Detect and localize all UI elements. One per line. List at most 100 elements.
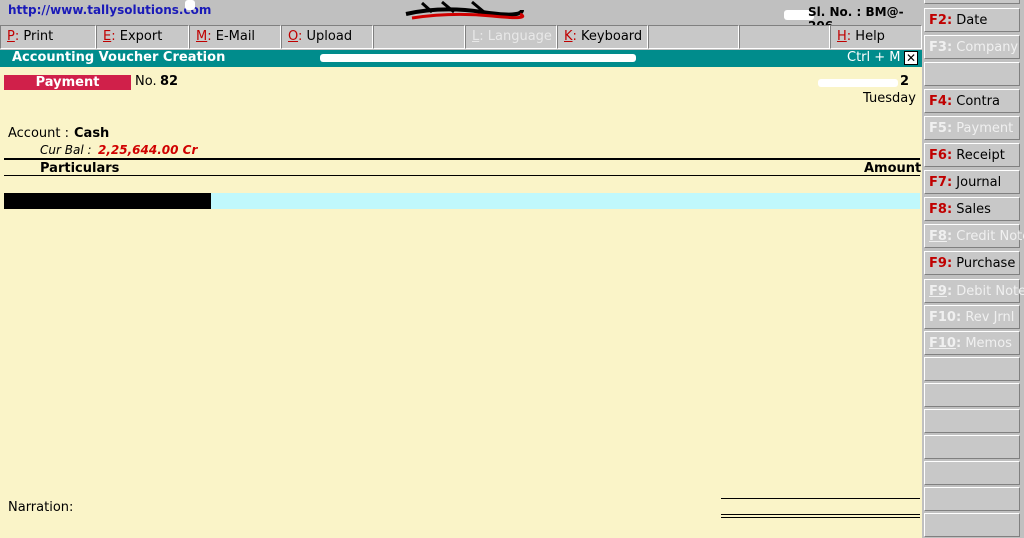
button-blank-18[interactable] (924, 487, 1020, 511)
button-label: Payment (956, 121, 1014, 136)
screen-title-bar: Accounting Voucher Creation Ctrl + M ✕ (0, 50, 922, 67)
button-bar: F2: Date F3: Company F4: Contra F5: Payment… (922, 0, 1024, 538)
button-separator: : (946, 94, 953, 109)
button-separator: : (946, 175, 953, 190)
menu-item-separator: : (111, 29, 120, 44)
menu-item-help[interactable]: H: Help (830, 25, 922, 49)
button-blank-17[interactable] (924, 461, 1020, 485)
voucher-day: Tuesday (863, 91, 916, 106)
button-separator: : (946, 202, 953, 217)
header-divider (4, 158, 920, 160)
voucher-number-label: No. (135, 74, 157, 89)
total-divider (721, 517, 920, 518)
menu-item-separator: : (479, 29, 488, 44)
menu-item-language[interactable]: L: Language (465, 25, 557, 49)
top-bar: http://www.tallysolutions.com Sl. No. : … (0, 0, 922, 33)
button-journal[interactable]: F7: Journal (924, 170, 1020, 194)
menu-item-e-mail[interactable]: M: E-Mail (189, 25, 281, 49)
button-label: Receipt (956, 148, 1005, 163)
button-hotkey: F2 (929, 13, 947, 28)
button-label: Contra (956, 94, 1000, 109)
menu-item-hotkey: K (564, 29, 573, 44)
button-separator: : (955, 310, 962, 325)
button-contra[interactable]: F4: Contra (924, 89, 1020, 113)
date-redacted (818, 79, 898, 87)
menu-item-separator: : (572, 29, 582, 44)
menu-item-label: E-Mail (215, 29, 256, 44)
menu-item-keyboard[interactable]: K: Keyboard (557, 25, 648, 49)
button-label: Date (956, 13, 988, 28)
menu-item-hotkey: E (103, 29, 112, 44)
menu-item-hotkey: M (196, 29, 208, 44)
button-hotkey: F8 (929, 229, 947, 244)
button-label: Sales (956, 202, 991, 217)
website-link[interactable]: http://www.tallysolutions.com (8, 3, 211, 17)
button-label: Memos (965, 336, 1012, 351)
button-blank-16[interactable] (924, 435, 1020, 459)
menu-item-hotkey: O (288, 29, 299, 44)
button-hotkey: F4 (929, 94, 947, 109)
menu-item-separator: : (207, 29, 216, 44)
button-label: Rev Jrnl (965, 310, 1015, 325)
button-separator: : (946, 256, 953, 271)
voucher-type-badge: Payment (4, 75, 131, 90)
button-label: Company (956, 40, 1019, 55)
particulars-input[interactable] (4, 193, 211, 209)
screen-title: Accounting Voucher Creation (12, 50, 226, 65)
menu-item-label: Export (119, 29, 163, 44)
button-blank-13[interactable] (924, 357, 1020, 381)
close-icon[interactable]: ✕ (904, 51, 918, 65)
company-name-redacted (320, 54, 636, 62)
voucher-date[interactable]: 2 (900, 74, 909, 89)
button-hotkey: F7 (929, 175, 947, 190)
account-field[interactable]: Cash (74, 126, 109, 141)
button-hotkey: F6 (929, 148, 947, 163)
header-divider (4, 175, 920, 176)
redacted-area (185, 0, 195, 10)
menu-item-label: Keyboard (581, 29, 643, 44)
button-separator: : (946, 284, 953, 299)
button-blank-19[interactable] (924, 513, 1020, 537)
column-header-particulars: Particulars (40, 161, 120, 176)
button-company[interactable]: F3: Company (924, 35, 1020, 59)
button-hotkey: F9 (929, 284, 947, 299)
shortcut-hint: Ctrl + M (847, 50, 901, 65)
account-label: Account : (8, 126, 70, 141)
menu-bar: P: Print E: Export M: E-Mail O: Upload L: La… (0, 25, 922, 49)
button-separator: : (946, 148, 953, 163)
current-balance-label: Cur Bal : (40, 143, 92, 157)
button-separator: : (946, 13, 953, 28)
button-date[interactable]: F2: Date (924, 8, 1020, 32)
menu-item-hotkey: P (7, 29, 15, 44)
button-credit-note[interactable]: F8: Credit Note (924, 224, 1024, 248)
button-receipt[interactable]: F6: Receipt (924, 143, 1020, 167)
menu-item-blank-4[interactable] (373, 25, 465, 49)
menu-item-export[interactable]: E: Export (96, 25, 189, 49)
button-purchase[interactable]: F9: Purchase (924, 251, 1020, 275)
menu-item-label: Upload (306, 29, 353, 44)
button-memos[interactable]: F10: Memos (924, 331, 1020, 355)
button-hotkey: F8 (929, 202, 947, 217)
button-rev-jrnl[interactable]: F10: Rev Jrnl (924, 305, 1020, 329)
button-hotkey: F3 (929, 40, 947, 55)
button-separator: : (946, 229, 953, 244)
voucher-number[interactable]: 82 (160, 74, 178, 89)
button-blank-15[interactable] (924, 409, 1020, 433)
button-blank-2[interactable] (924, 62, 1020, 86)
column-header-amount: Amount (864, 161, 922, 176)
menu-item-print[interactable]: P: Print (0, 25, 96, 49)
button-bar-top-edge (924, 0, 1020, 4)
button-debit-note[interactable]: F9: Debit Note (924, 279, 1024, 303)
button-label: Journal (956, 175, 1002, 190)
menu-item-blank-7[interactable] (648, 25, 739, 49)
button-label: Purchase (956, 256, 1016, 271)
menu-item-blank-8[interactable] (739, 25, 830, 49)
menu-item-label: Language (487, 29, 552, 44)
button-blank-14[interactable] (924, 383, 1020, 407)
button-payment[interactable]: F5: Payment (924, 116, 1020, 140)
button-sales[interactable]: F8: Sales (924, 197, 1020, 221)
menu-item-hotkey: H (837, 29, 847, 44)
menu-item-upload[interactable]: O: Upload (281, 25, 373, 49)
entry-row[interactable] (4, 193, 920, 209)
voucher-area: Payment No. 82 2 Tuesday Account : Cash … (0, 67, 922, 538)
